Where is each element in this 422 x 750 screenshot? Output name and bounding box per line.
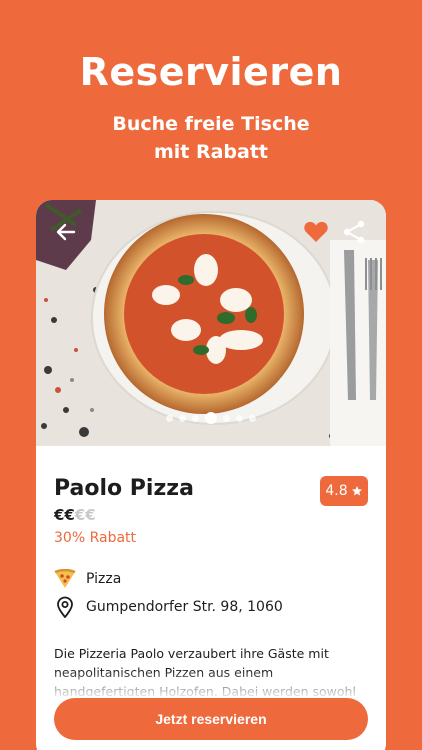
description-fade: [36, 670, 386, 700]
restaurant-card[interactable]: Paolo Pizza €€€€ 30% Rabatt 4.8 Pizza Gu…: [36, 200, 386, 750]
restaurant-photo-gallery[interactable]: [36, 200, 386, 446]
gallery-dot[interactable]: [179, 414, 186, 422]
gallery-dot[interactable]: [166, 414, 173, 422]
rating-value: 4.8: [325, 483, 348, 499]
subline-line-1: Buche freie Tische: [112, 113, 310, 135]
restaurant-name: Paolo Pizza: [54, 476, 194, 501]
reserve-button[interactable]: Jetzt reservieren: [54, 698, 368, 740]
category-row: Pizza: [54, 568, 121, 590]
price-level-inactive: €€: [74, 506, 96, 524]
pizza-photo: [36, 200, 386, 446]
share-icon: [343, 220, 365, 244]
headline: Reservieren: [79, 50, 343, 94]
gallery-dot[interactable]: [249, 414, 256, 422]
gallery-dot[interactable]: [223, 414, 230, 422]
address-row[interactable]: Gumpendorfer Str. 98, 1060: [54, 596, 283, 618]
heart-icon: [304, 221, 328, 242]
gallery-dot[interactable]: [236, 414, 243, 422]
subline: Buche freie Tische mit Rabatt: [0, 110, 422, 166]
favorite-button[interactable]: [302, 218, 330, 246]
back-button[interactable]: [52, 218, 80, 246]
star-icon: [351, 486, 362, 496]
location-pin-icon: [54, 596, 76, 618]
share-button[interactable]: [340, 218, 368, 246]
arrow-left-icon: [56, 223, 76, 241]
subline-line-2: mit Rabatt: [153, 141, 269, 163]
pizza-slice-icon: [54, 568, 76, 590]
rating-badge: 4.8: [320, 476, 368, 506]
price-level-active: €€: [54, 506, 75, 524]
address-label: Gumpendorfer Str. 98, 1060: [86, 599, 283, 615]
category-label: Pizza: [86, 571, 122, 587]
gallery-dot-active[interactable]: [205, 412, 217, 424]
price-level: €€€€: [54, 506, 96, 524]
discount-label: 30% Rabatt: [54, 530, 137, 546]
gallery-pagination[interactable]: [36, 412, 386, 424]
gallery-dot[interactable]: [192, 414, 199, 422]
